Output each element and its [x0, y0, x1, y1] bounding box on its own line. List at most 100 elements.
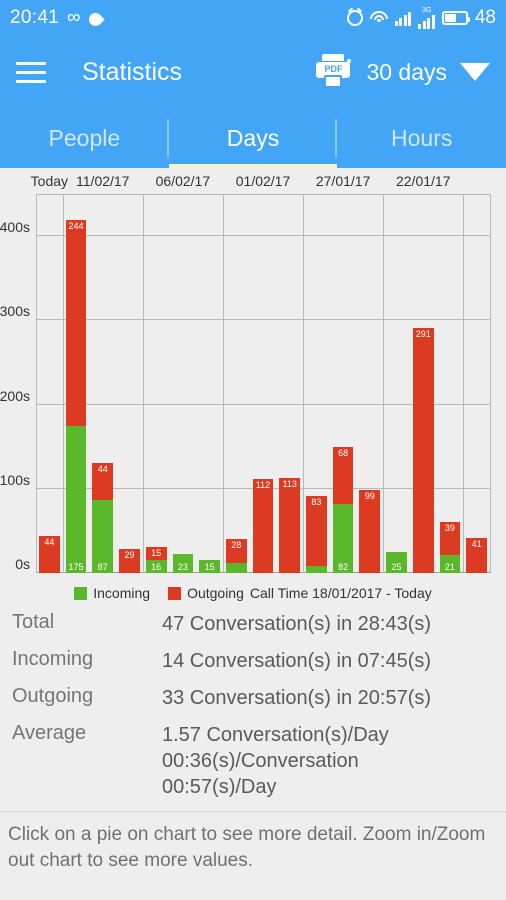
chart-bar[interactable]: 112 [252, 478, 274, 573]
chart-gridline-vertical [383, 194, 385, 573]
chart-container[interactable]: Today 11/02/17 06/02/17 01/02/17 27/01/17 22/… [0, 168, 506, 603]
tab-label: People [48, 124, 121, 151]
footnote-text: Click on a pie on chart to see more deta… [8, 824, 486, 871]
legend-swatch-incoming [74, 586, 88, 600]
chart-gridline-horizontal [36, 319, 490, 321]
tab-days[interactable]: Days [169, 108, 338, 168]
bar-value-label-incoming: 175 [68, 562, 84, 572]
bar-value-label-incoming: 23 [177, 562, 188, 572]
status-bar-right: 3G 48 [346, 7, 496, 29]
chart-bar[interactable]: 16 15 [145, 546, 167, 573]
chart-bar[interactable]: 15 [199, 560, 220, 573]
bar-value-label-outgoing: 83 [311, 497, 322, 508]
bar-segment-outgoing[interactable]: 244 [65, 220, 87, 426]
chart-bar[interactable]: 28 [225, 539, 247, 573]
chart-gridline-vertical [222, 194, 224, 573]
bar-segment-outgoing[interactable]: 113 [279, 477, 301, 573]
chart-bar[interactable]: 83 [306, 496, 327, 573]
alarm-icon [346, 10, 363, 26]
network-type-label: 3G [421, 7, 432, 14]
page-title: Statistics [82, 57, 183, 86]
bar-segment-outgoing[interactable]: 112 [252, 478, 274, 573]
chart-gridline-vertical [490, 194, 491, 573]
bar-segment-outgoing[interactable]: 28 [225, 539, 247, 563]
chart-bar[interactable]: 44 [39, 535, 60, 573]
bar-value-label-outgoing: 112 [255, 479, 271, 490]
summary-row: Total 47 Conversation(s) in 28:43(s) [12, 611, 494, 637]
bar-segment-outgoing[interactable]: 99 [359, 489, 381, 573]
chart-bar[interactable]: 113 [279, 477, 301, 573]
status-clock: 20:41 [10, 7, 60, 28]
tab-people[interactable]: People [0, 108, 169, 168]
bar-segment-incoming[interactable]: 23 [172, 553, 194, 573]
summary-row-value: 47 Conversation(s) in 28:43(s) [162, 613, 432, 635]
chart-gridline-top [36, 194, 490, 195]
bar-value-label-incoming: 16 [151, 562, 162, 572]
hamburger-menu-icon[interactable] [16, 61, 46, 83]
chart-bar[interactable]: 25 [386, 551, 407, 573]
infinity-icon: ∞ [67, 7, 81, 28]
chart-gridline-vertical [463, 194, 465, 573]
y-axis-tick-label: 0s [15, 556, 30, 572]
legend-label-outgoing: Outgoing [187, 585, 244, 601]
chart-bar[interactable]: 87 44 [92, 462, 114, 573]
battery-icon [441, 11, 470, 25]
chart-bar[interactable]: 23 [172, 553, 194, 573]
bar-segment-incoming[interactable]: 82 [332, 503, 354, 573]
bar-value-label-incoming: 25 [391, 562, 402, 572]
bar-segment-incoming[interactable]: 16 [145, 559, 167, 573]
bar-segment-outgoing[interactable]: 44 [92, 462, 114, 500]
bar-segment-incoming[interactable]: 15 [199, 560, 220, 573]
chart-bar[interactable]: 291 [412, 327, 434, 573]
tab-hours[interactable]: Hours [337, 108, 506, 168]
date-range-selector[interactable]: 30 days [366, 59, 447, 86]
bar-segment-outgoing[interactable]: 44 [39, 535, 60, 573]
status-bar-left: 20:41 ∞ [10, 7, 102, 29]
water-drop-icon [89, 11, 102, 26]
y-axis-tick-label: 200s [0, 387, 30, 404]
bar-value-label-outgoing: 15 [151, 547, 162, 558]
bar-segment-outgoing[interactable]: 83 [306, 496, 327, 567]
bar-segment-outgoing[interactable]: 15 [145, 546, 167, 560]
bar-segment-outgoing[interactable]: 29 [119, 548, 140, 573]
bar-segment-incoming[interactable]: 21 [439, 555, 461, 573]
y-axis-tick-label: 300s [0, 303, 30, 320]
bar-value-label-outgoing: 291 [415, 328, 431, 339]
bar-segment-incoming[interactable]: 87 [92, 499, 114, 573]
chart-bar[interactable]: 175 244 [65, 220, 87, 573]
x-axis-tick-label: 06/02/17 [155, 173, 211, 189]
legend-label-incoming: Incoming [93, 585, 151, 601]
summary-row-value: 14 Conversation(s) in 07:45(s) [162, 650, 432, 672]
bar-value-label-outgoing: 44 [44, 536, 55, 547]
x-axis-tick-label: 22/01/17 [395, 173, 451, 189]
bar-value-label-outgoing: 99 [364, 490, 375, 501]
chart-bar[interactable]: 29 [119, 548, 140, 573]
bar-segment-incoming[interactable]: 175 [65, 425, 87, 573]
chart-bar[interactable]: 82 68 [332, 446, 354, 573]
signal-bars-icon [394, 11, 412, 26]
summary-row: Outgoing 33 Conversation(s) in 20:57(s) [12, 685, 494, 711]
pdf-print-icon[interactable]: PDF [313, 54, 353, 90]
legend-swatch-outgoing [168, 586, 182, 600]
chart-gridline-horizontal [36, 235, 490, 237]
x-axis-tick-label: Today [30, 173, 69, 189]
pdf-icon-label: PDF [324, 64, 343, 74]
bar-segment-outgoing[interactable]: 39 [439, 522, 461, 556]
summary-row-value: 1.57 Conversation(s)/Day 00:36(s)/Conver… [162, 724, 389, 798]
chart-plot-area[interactable]: 44 175 244 87 44 29 16 15 23 15 28 112 113 83 82 68 99 25… [36, 194, 491, 573]
bar-segment-incoming[interactable] [306, 566, 327, 573]
bar-segment-outgoing[interactable]: 291 [412, 327, 434, 573]
bar-segment-incoming[interactable]: 25 [386, 551, 407, 573]
x-axis-tick-label: 27/01/17 [315, 173, 371, 189]
bar-segment-incoming[interactable] [225, 562, 247, 573]
chart-bar[interactable]: 41 [466, 538, 487, 573]
summary-panel: Total 47 Conversation(s) in 28:43(s) Incom… [0, 603, 506, 800]
chart-bar[interactable]: 21 39 [439, 522, 461, 573]
bar-segment-outgoing[interactable]: 68 [332, 446, 354, 504]
bar-value-label-outgoing: 41 [471, 539, 482, 550]
bar-value-label-incoming: 21 [444, 562, 455, 572]
chart-bar[interactable]: 99 [359, 489, 381, 573]
bar-segment-outgoing[interactable]: 41 [466, 538, 487, 573]
tab-label: Days [226, 124, 280, 151]
caret-down-icon[interactable] [460, 63, 490, 81]
